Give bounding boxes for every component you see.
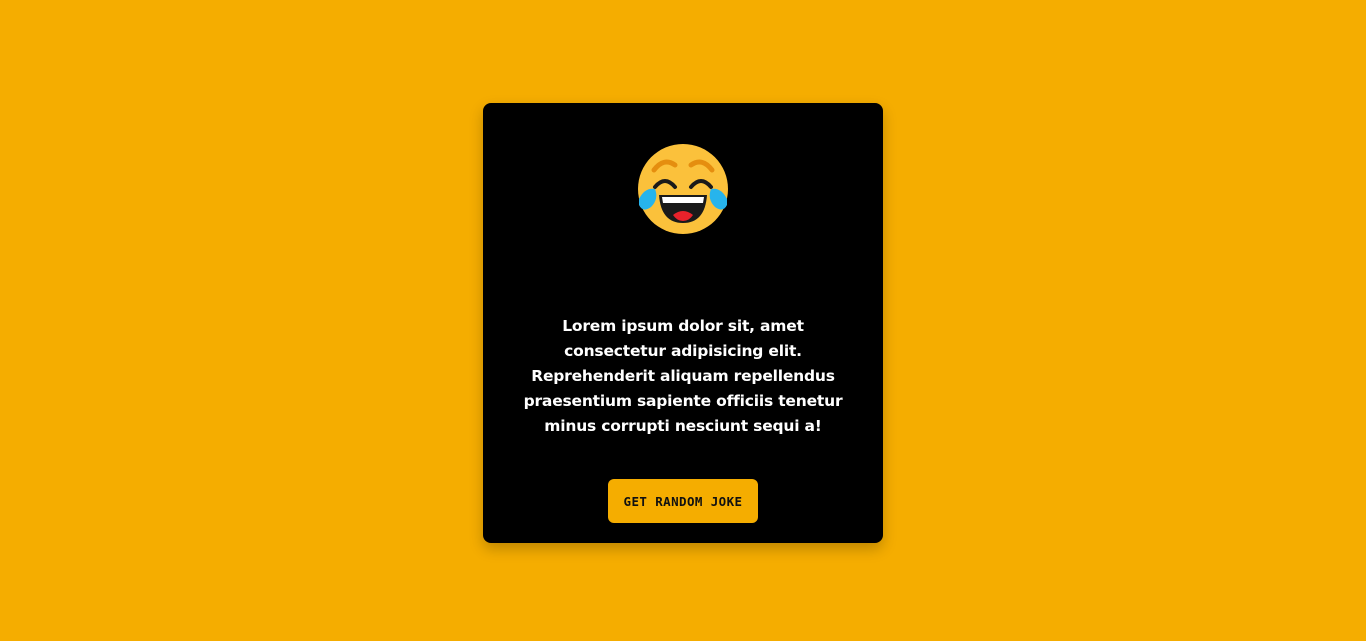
page-background: Lorem ipsum dolor sit, amet consectetur …	[0, 0, 1366, 641]
joke-card: Lorem ipsum dolor sit, amet consectetur …	[483, 103, 883, 543]
get-random-joke-button[interactable]: GET RANDOM JOKE	[608, 479, 758, 523]
joke-text: Lorem ipsum dolor sit, amet consectetur …	[523, 317, 843, 435]
face-with-tears-of-joy-icon	[638, 144, 728, 234]
